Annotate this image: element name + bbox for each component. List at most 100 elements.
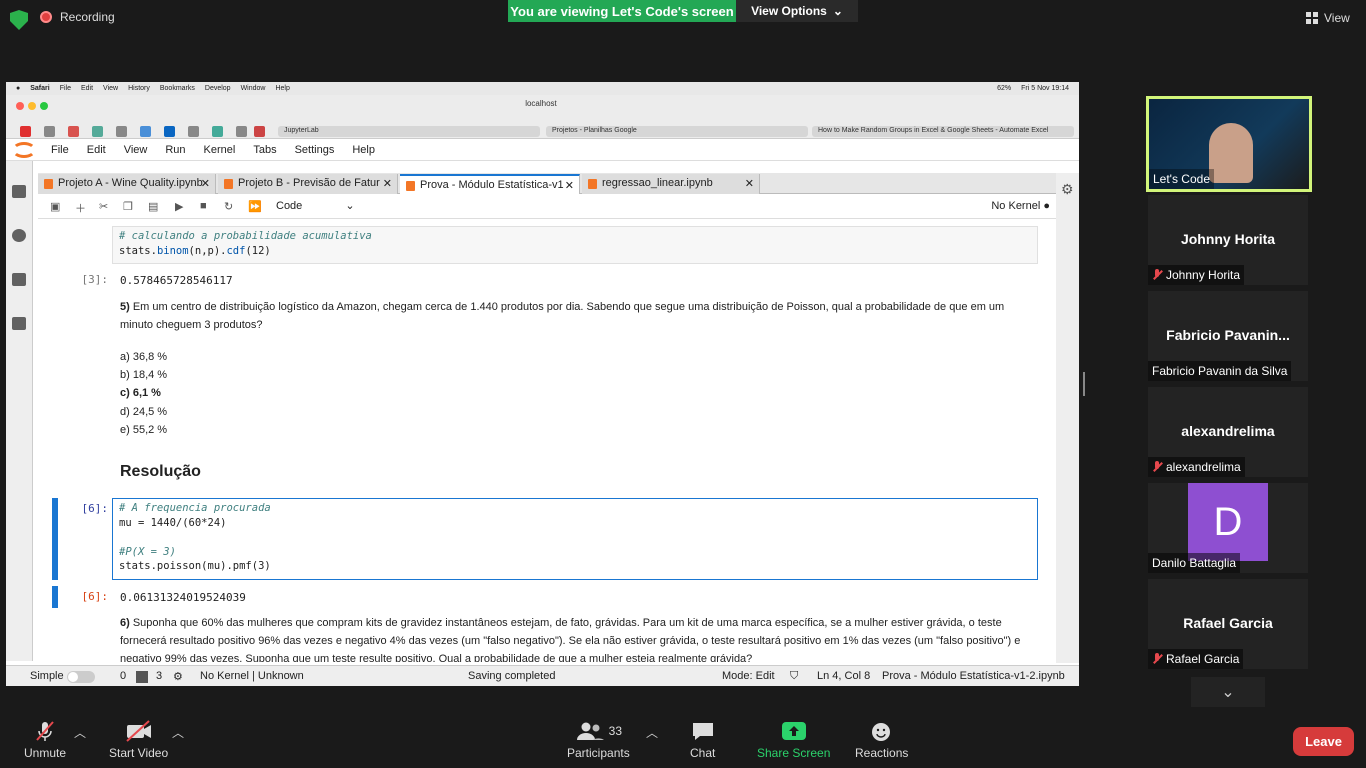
- notebook-content[interactable]: # calculando a probabilidade acumulativa…: [38, 220, 1056, 662]
- mac-menu-safari[interactable]: Safari: [30, 85, 49, 92]
- bookmark-icon[interactable]: [44, 126, 55, 137]
- reactions-button[interactable]: Reactions: [855, 720, 908, 760]
- panel-resize-handle[interactable]: [1083, 372, 1085, 396]
- kernel-status[interactable]: No Kernel ●: [991, 200, 1050, 212]
- apple-icon[interactable]: ●: [16, 85, 20, 92]
- jupyter-menu-kernel[interactable]: Kernel: [195, 144, 245, 156]
- code-cell[interactable]: # calculando a probabilidade acumulativa…: [112, 226, 1038, 264]
- gear-icon[interactable]: ⚙: [1061, 181, 1074, 198]
- mac-menu-view[interactable]: View: [103, 85, 118, 92]
- chevron-up-icon[interactable]: ︿: [74, 724, 86, 741]
- cut-icon[interactable]: ✂: [99, 200, 108, 213]
- notebook-tab-active[interactable]: Prova - Módulo Estatística-v1 ✕: [400, 174, 580, 194]
- browser-tab-jupyterlab[interactable]: JupyterLab: [278, 126, 540, 137]
- view-options-button[interactable]: View Options ⌄: [736, 0, 858, 22]
- participants-button[interactable]: 33 Participants: [567, 720, 630, 760]
- kernel-count[interactable]: 3: [156, 670, 162, 682]
- browser-tab-automate-excel[interactable]: How to Make Random Groups in Excel & Goo…: [812, 126, 1074, 137]
- bookmark-icon[interactable]: [236, 126, 247, 137]
- bookmark-icon[interactable]: [68, 126, 79, 137]
- unmute-button[interactable]: Unmute: [24, 720, 66, 760]
- copy-icon[interactable]: ❐: [123, 200, 133, 213]
- extension-icon[interactable]: [12, 317, 26, 330]
- fast-forward-icon[interactable]: ⏩: [248, 200, 262, 213]
- kernel-status-label[interactable]: No Kernel | Unknown: [200, 670, 304, 682]
- question-5: 5) Em um centro de distribuição logístic…: [120, 301, 1005, 331]
- answer-option: e) 55,2 %: [120, 424, 168, 436]
- simple-mode-toggle[interactable]: [67, 671, 95, 683]
- jupyter-menu-tabs[interactable]: Tabs: [244, 144, 285, 156]
- notebook-tab[interactable]: Projeto B - Previsão de Fatur ✕: [218, 174, 398, 194]
- run-icon[interactable]: ▶: [175, 200, 183, 213]
- security-shield-icon[interactable]: [10, 10, 28, 30]
- bookmark-icon[interactable]: [164, 126, 175, 137]
- address-bar[interactable]: localhost: [256, 99, 826, 108]
- mic-muted-icon: [34, 720, 56, 742]
- chat-button[interactable]: Chat: [690, 720, 715, 760]
- save-icon[interactable]: ▣: [50, 200, 60, 213]
- jupyter-menu-help[interactable]: Help: [343, 144, 384, 156]
- video-tile[interactable]: alexandrelima alexandrelima: [1148, 387, 1308, 477]
- mac-menu-window[interactable]: Window: [241, 85, 266, 92]
- view-button[interactable]: View: [1306, 11, 1350, 25]
- notebook-tab[interactable]: regressao_linear.ipynb ✕: [582, 174, 760, 194]
- notebook-toolbar: ▣ ＋ ✂ ❐ ▤ ▶ ■ ↻ ⏩ Code ⌄ No Kernel ●: [38, 195, 1056, 219]
- tile-label: Danilo Battaglia: [1148, 553, 1241, 573]
- gallery-next-button[interactable]: ⌄: [1191, 677, 1265, 707]
- running-icon[interactable]: [12, 229, 26, 242]
- bookmark-icon[interactable]: [20, 126, 31, 137]
- video-tile[interactable]: D Danilo Battaglia: [1148, 483, 1308, 573]
- bookmark-icon[interactable]: [188, 126, 199, 137]
- notebook-tab[interactable]: Projeto A - Wine Quality.ipynb ✕: [38, 174, 216, 194]
- folder-icon[interactable]: [12, 185, 26, 198]
- mac-menu-help[interactable]: Help: [275, 85, 289, 92]
- video-tile[interactable]: Fabricio Pavanin... Fabricio Pavanin da …: [1148, 291, 1308, 381]
- bookmark-icon[interactable]: [92, 126, 103, 137]
- close-icon[interactable]: ✕: [745, 177, 754, 190]
- cell-output: 0.06131324019524039: [120, 591, 246, 604]
- bookmark-icon[interactable]: [140, 126, 151, 137]
- jupyter-menu-edit[interactable]: Edit: [78, 144, 115, 156]
- mac-menu-bookmarks[interactable]: Bookmarks: [160, 85, 195, 92]
- video-tile-lets-code[interactable]: Let's Code: [1146, 96, 1312, 192]
- record-icon: [40, 11, 52, 23]
- jupyter-menu-file[interactable]: File: [42, 144, 78, 156]
- mac-menu-file[interactable]: File: [60, 85, 71, 92]
- video-tile[interactable]: Rafael Garcia Rafael Garcia: [1148, 579, 1308, 669]
- recording-indicator[interactable]: Recording: [40, 10, 115, 24]
- zoom-window-icon[interactable]: [40, 102, 48, 110]
- jupyter-menu-run[interactable]: Run: [156, 144, 194, 156]
- browser-tab-planilhas[interactable]: Projetos - Planilhas Google: [546, 126, 808, 137]
- jupyter-menu-settings[interactable]: Settings: [286, 144, 344, 156]
- stop-icon[interactable]: ■: [200, 200, 207, 212]
- mac-menu-develop[interactable]: Develop: [205, 85, 231, 92]
- start-video-button[interactable]: Start Video: [109, 720, 168, 760]
- video-tile[interactable]: Johnny Horita Johnny Horita: [1148, 195, 1308, 285]
- paste-icon[interactable]: ▤: [148, 200, 158, 213]
- bookmark-icon[interactable]: [212, 126, 223, 137]
- terminal-count[interactable]: 0: [120, 670, 126, 682]
- section-heading: Resolução: [120, 463, 201, 480]
- share-screen-button[interactable]: Share Screen: [757, 720, 830, 760]
- reactions-label: Reactions: [855, 746, 909, 760]
- cell-type-select[interactable]: Code ⌄: [276, 199, 355, 212]
- close-icon[interactable]: ✕: [565, 179, 574, 192]
- mac-menu-history[interactable]: History: [128, 85, 150, 92]
- mac-menu-edit[interactable]: Edit: [81, 85, 93, 92]
- close-icon[interactable]: ✕: [383, 177, 392, 190]
- bookmark-icon[interactable]: [254, 126, 265, 137]
- minimize-window-icon[interactable]: [28, 102, 36, 110]
- restart-icon[interactable]: ↻: [224, 200, 233, 213]
- active-code-cell[interactable]: # A frequencia procurada mu = 1440/(60*2…: [112, 498, 1038, 580]
- table-of-contents-icon[interactable]: [12, 273, 26, 286]
- bookmark-icon[interactable]: [116, 126, 127, 137]
- chevron-up-icon[interactable]: ︿: [646, 724, 658, 741]
- chevron-up-icon[interactable]: ︿: [172, 724, 184, 741]
- chevron-down-icon: ⌄: [1221, 684, 1235, 701]
- cursor-position-label[interactable]: Ln 4, Col 8: [817, 670, 870, 682]
- add-cell-icon[interactable]: ＋: [75, 200, 86, 216]
- close-icon[interactable]: ✕: [201, 177, 210, 190]
- close-window-icon[interactable]: [16, 102, 24, 110]
- leave-button[interactable]: Leave: [1293, 727, 1354, 756]
- jupyter-menu-view[interactable]: View: [115, 144, 157, 156]
